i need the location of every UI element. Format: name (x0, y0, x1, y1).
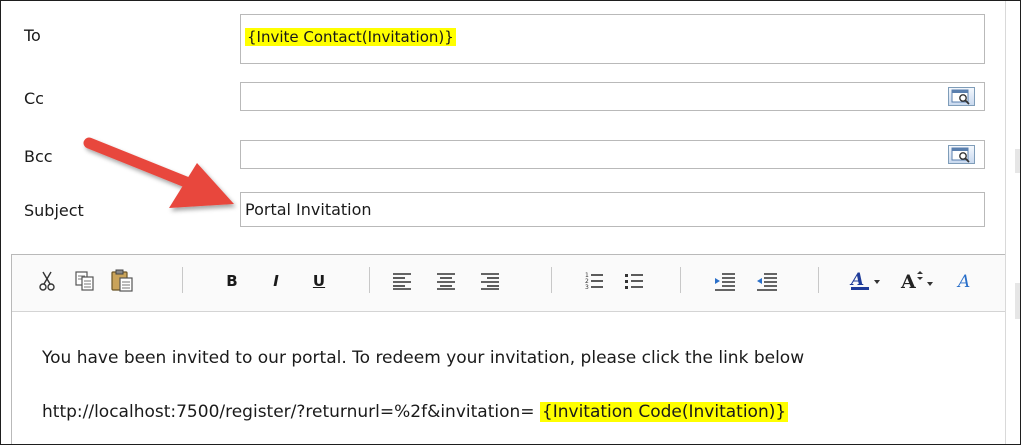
link-text: http://localhost:7500/register/?returnur… (42, 402, 540, 422)
bcc-field[interactable] (240, 140, 985, 169)
bcc-label: Bcc (24, 147, 53, 166)
cc-label: Cc (24, 89, 44, 108)
message-link-line: http://localhost:7500/register/?returnur… (42, 402, 789, 422)
message-editor[interactable]: B I U 1 2 3 A A A You have been invited … (11, 254, 1012, 444)
align-center-icon[interactable] (434, 267, 458, 295)
to-field[interactable]: {Invite Contact(Invitation)} (240, 14, 985, 64)
decrease-indent-icon[interactable] (712, 267, 738, 295)
email-compose-form: To {Invite Contact(Invitation)} Cc Bcc S… (0, 0, 1021, 445)
svg-text:3: 3 (585, 284, 589, 291)
invitation-code-token[interactable]: {Invitation Code(Invitation)} (539, 402, 789, 422)
paste-icon[interactable] (108, 267, 136, 295)
toolbar-separator (369, 267, 370, 293)
toolbar-separator (818, 267, 819, 293)
italic-button[interactable]: I (266, 267, 286, 295)
red-arrow-annotation (83, 137, 234, 208)
font-color-icon[interactable]: A (848, 267, 886, 295)
bulleted-list-icon[interactable] (622, 267, 646, 295)
cc-field[interactable] (240, 82, 985, 111)
right-panel-edge (1005, 1, 1020, 444)
underline-button[interactable]: U (309, 267, 329, 295)
to-label: To (24, 26, 41, 45)
cc-lookup-button[interactable] (948, 87, 975, 106)
bold-button[interactable]: B (222, 267, 242, 295)
cut-icon[interactable] (36, 267, 58, 295)
increase-indent-icon[interactable] (754, 267, 780, 295)
copy-icon[interactable] (72, 267, 98, 295)
lookup-icon (951, 147, 970, 163)
bcc-lookup-button[interactable] (948, 145, 975, 164)
svg-text:A: A (956, 272, 970, 292)
numbered-list-icon[interactable]: 1 2 3 (582, 267, 606, 295)
to-value-token[interactable]: {Invite Contact(Invitation)} (245, 28, 456, 46)
toolbar-separator (551, 267, 552, 293)
toolbar-separator (680, 267, 681, 293)
formatting-toolbar: B I U 1 2 3 A A A (12, 255, 1012, 312)
subject-input[interactable] (240, 192, 985, 227)
font-size-icon[interactable]: A (898, 267, 938, 295)
message-line: You have been invited to our portal. To … (42, 348, 805, 368)
font-name-icon[interactable]: A (954, 267, 974, 295)
toolbar-separator (182, 267, 183, 293)
svg-text:A: A (900, 271, 916, 292)
align-right-icon[interactable] (478, 267, 502, 295)
lookup-icon (951, 89, 970, 105)
align-left-icon[interactable] (390, 267, 414, 295)
